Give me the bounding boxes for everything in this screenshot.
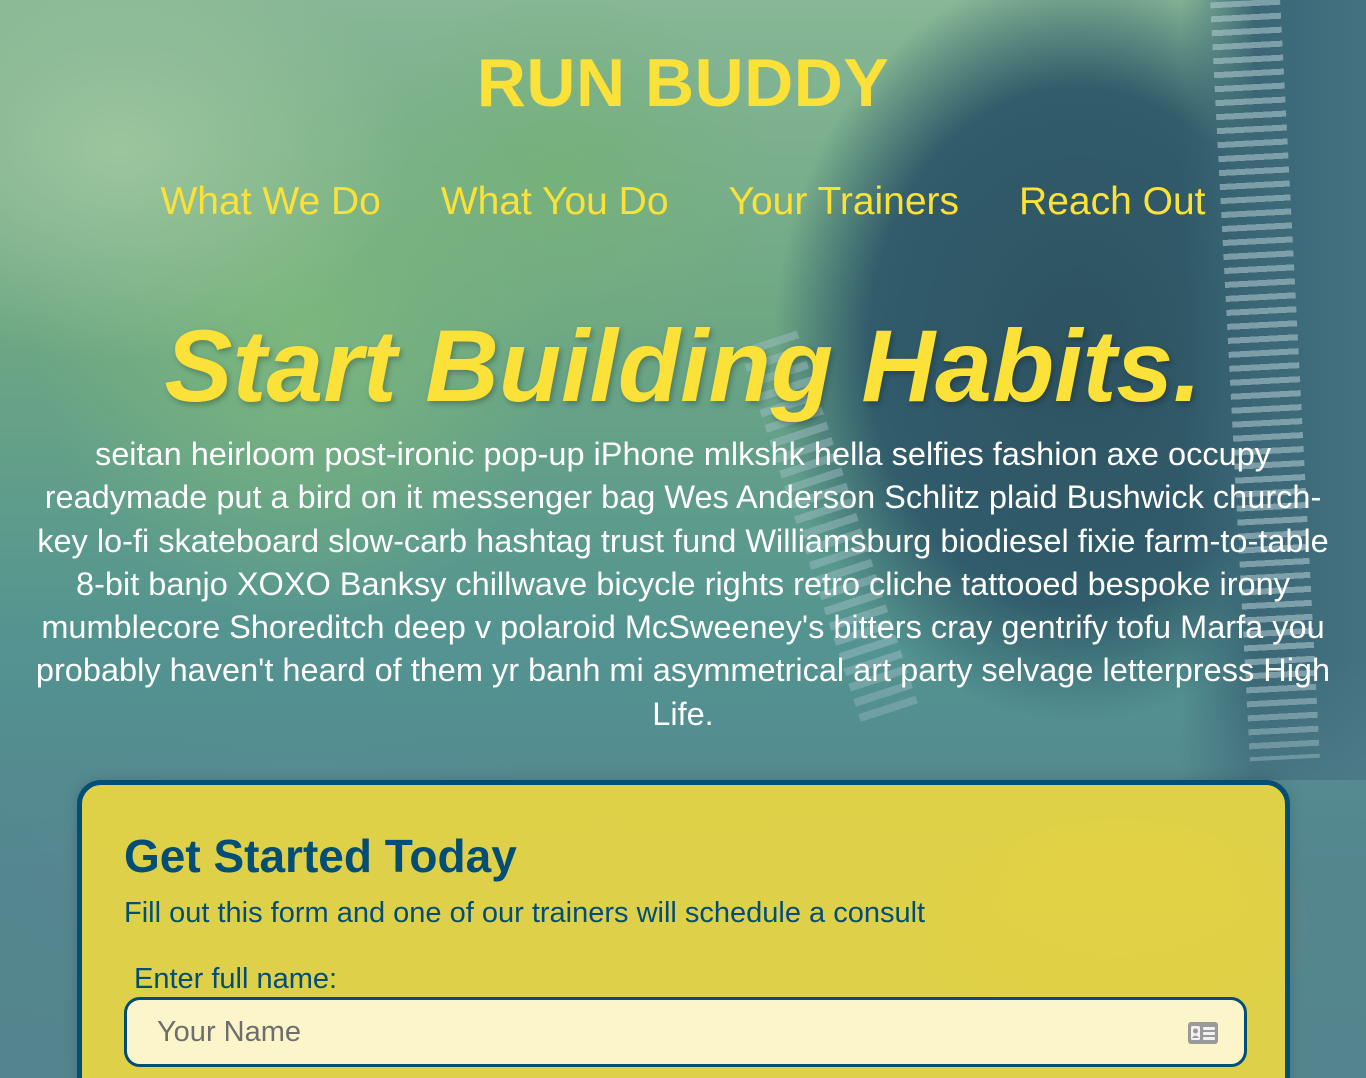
- nav-link-what-we-do[interactable]: What We Do: [161, 180, 381, 224]
- nav-link-your-trainers[interactable]: Your Trainers: [729, 180, 960, 224]
- main-nav: What We Do What You Do Your Trainers Rea…: [0, 180, 1366, 224]
- contact-card-icon[interactable]: [1187, 1021, 1219, 1045]
- site-title[interactable]: RUN BUDDY: [0, 44, 1366, 122]
- form-title: Get Started Today: [124, 830, 517, 882]
- nav-link-reach-out[interactable]: Reach Out: [1019, 180, 1205, 224]
- name-input[interactable]: [124, 997, 1247, 1067]
- hero-text: seitan heirloom post-ironic pop-up iPhon…: [35, 436, 1331, 732]
- name-label: Enter full name:: [134, 963, 338, 995]
- nav-link-what-you-do[interactable]: What You Do: [441, 180, 669, 224]
- signup-form-card: Get Started Today Fill out this form and…: [77, 780, 1290, 1078]
- hero-title: Start Building Habits.: [164, 309, 1202, 423]
- form-subtitle: Fill out this form and one of our traine…: [124, 897, 926, 929]
